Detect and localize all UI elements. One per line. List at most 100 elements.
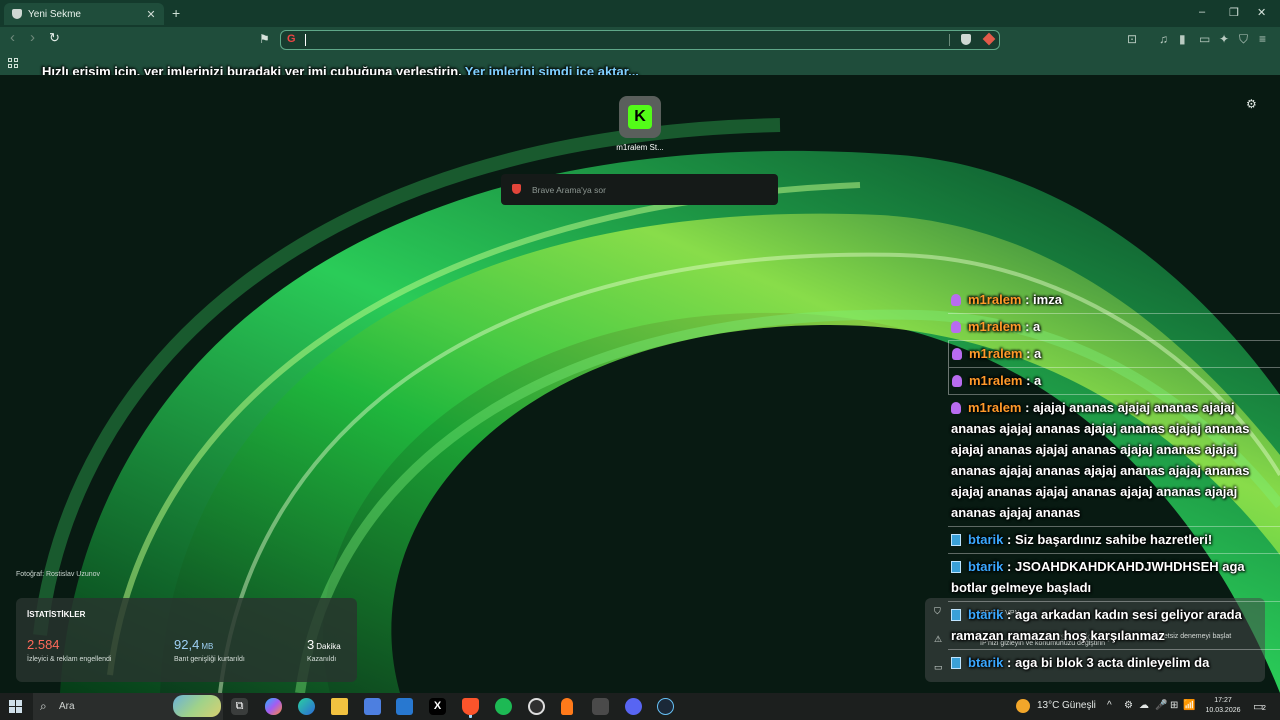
- copilot-icon[interactable]: [265, 698, 282, 715]
- weather-temp[interactable]: 13°C: [1037, 700, 1059, 711]
- kick-logo-icon: K: [628, 105, 652, 129]
- settings-gear-icon[interactable]: ⚙: [1246, 97, 1257, 111]
- tray-settings-icon[interactable]: ⚙: [1124, 700, 1133, 711]
- stream-chat-overlay: m1ralem : imza m1ralem : a m1ralem : a m…: [948, 287, 1280, 676]
- tray-overflow-icon[interactable]: ^: [1107, 700, 1112, 711]
- chat-username: m1ralem: [968, 292, 1022, 307]
- chat-message: m1ralem : a: [948, 341, 1280, 368]
- brave-icon[interactable]: [462, 698, 479, 715]
- outlook-icon[interactable]: [396, 698, 413, 715]
- microphone-app-icon[interactable]: [561, 698, 573, 715]
- chat-username: m1ralem: [969, 346, 1023, 361]
- stat-bandwidth: 92,4 MB Bant genişliği kurtarıldı: [174, 636, 245, 663]
- bookmarks-bar: Hızlı erişim için, yer imlerinizi burada…: [0, 53, 1280, 86]
- close-window-button[interactable]: ✕: [1257, 6, 1266, 19]
- sidebar-icon[interactable]: ▮: [1179, 32, 1186, 46]
- leo-ai-icon[interactable]: ✦: [1219, 32, 1229, 46]
- alert-icon[interactable]: ⚠: [934, 634, 942, 645]
- stat-unit: MB: [201, 642, 214, 651]
- tab-title: Yeni Sekme: [28, 8, 81, 20]
- chat-message: m1ralem : ajajaj ananas ajajaj ananas aj…: [948, 395, 1280, 527]
- chat-message: m1ralem : a: [948, 314, 1280, 341]
- avatar-badge-icon: [951, 657, 961, 669]
- minimize-button[interactable]: –: [1199, 6, 1205, 18]
- mic-badge-icon: [952, 375, 962, 387]
- mic-badge-icon: [951, 294, 961, 306]
- display-icon[interactable]: ⊞: [1170, 700, 1178, 711]
- new-tab-button[interactable]: +: [172, 5, 180, 21]
- folder-icon[interactable]: ▭: [934, 662, 943, 673]
- vpn-icon[interactable]: ⛉: [1239, 32, 1248, 47]
- avatar-badge-icon: [951, 561, 961, 573]
- apps-grid-icon[interactable]: [8, 58, 19, 69]
- chat-text: : a: [1021, 319, 1041, 334]
- network-icon[interactable]: 📶: [1183, 700, 1195, 711]
- media-icon[interactable]: ♫: [1159, 32, 1168, 46]
- browser-tab[interactable]: Yeni Sekme ✕: [4, 3, 164, 25]
- text-cursor: [305, 34, 306, 46]
- reload-icon[interactable]: ↻: [49, 30, 60, 46]
- discord-icon[interactable]: [625, 698, 642, 715]
- weather-sun-icon[interactable]: [1016, 699, 1030, 713]
- windows-taskbar: ⌕ Ara ⧉ X 13°C Güneşli ^ ⚙ ☁ 🎤 ⊞ 📶 17:27…: [0, 693, 1280, 720]
- chat-text: : a: [1022, 373, 1042, 388]
- wallet-icon[interactable]: ▭: [1199, 32, 1210, 46]
- search-placeholder: Brave Arama'ya sor: [532, 185, 606, 195]
- edge-icon[interactable]: [298, 698, 315, 715]
- photo-credit[interactable]: Fotoğraf: Rostislav Uzunov: [16, 571, 100, 578]
- stat-value: 2.584: [27, 637, 60, 652]
- omnibox-divider: [949, 34, 950, 46]
- onedrive-icon[interactable]: ☁: [1139, 700, 1149, 711]
- chat-text: : imza: [1021, 292, 1062, 307]
- forward-icon[interactable]: ›: [30, 29, 35, 46]
- steam-icon[interactable]: [657, 698, 674, 715]
- stat-trackers: 2.584 İzleyici & reklam engellendi: [27, 636, 111, 663]
- mic-tray-icon[interactable]: 🎤: [1155, 700, 1167, 711]
- address-bar[interactable]: G: [280, 30, 1000, 50]
- stat-label: Kazanıldı: [307, 656, 337, 663]
- spotify-icon[interactable]: [495, 698, 512, 715]
- search-icon: ⌕: [40, 699, 47, 713]
- weather-desc[interactable]: Güneşli: [1062, 700, 1096, 711]
- sidebar-toggle-icon[interactable]: ⊡: [1127, 32, 1137, 46]
- chat-message: btarik : JSOAHDKAHDKAHDJWHDHSEH aga botl…: [948, 554, 1280, 602]
- maximize-button[interactable]: ❐: [1229, 6, 1239, 19]
- top-site-shortcut[interactable]: K: [619, 96, 661, 138]
- x-app-icon[interactable]: X: [429, 698, 446, 715]
- menu-icon[interactable]: ≡: [1259, 32, 1266, 46]
- stat-time: 3 Dakika Kazanıldı: [307, 636, 341, 663]
- chat-message: btarik : aga bi blok 3 acta dinleyelim d…: [948, 650, 1280, 676]
- stat-value: 3: [307, 637, 315, 652]
- store-icon[interactable]: [364, 698, 381, 715]
- chat-username: btarik: [968, 559, 1004, 574]
- chat-text: : aga bi blok 3 acta dinleyelim da: [1003, 655, 1210, 670]
- brave-rewards-icon[interactable]: [982, 32, 996, 46]
- tool-app-icon[interactable]: [592, 698, 609, 715]
- chat-text: : ajajaj ananas ajajaj ananas ajajaj ana…: [951, 400, 1250, 520]
- search-engine-icon: G: [287, 33, 296, 45]
- file-explorer-icon[interactable]: [331, 698, 348, 715]
- chat-message: btarik : Siz başardınız sahibe hazretler…: [948, 527, 1280, 554]
- brave-shields-icon[interactable]: [961, 34, 971, 45]
- chat-message: m1ralem : imza: [948, 287, 1280, 314]
- obs-icon[interactable]: [528, 698, 545, 715]
- bookmark-icon[interactable]: ⚑: [259, 32, 270, 46]
- brave-search-box[interactable]: Brave Arama'ya sor: [501, 174, 778, 205]
- avatar-badge-icon: [951, 609, 961, 621]
- brave-logo-icon: [512, 184, 521, 194]
- windows-start-icon[interactable]: [9, 700, 22, 713]
- shortcut-label[interactable]: m1ralem St...: [610, 143, 670, 152]
- chat-message: btarik : aga arkadan kadın sesi geliyor …: [948, 602, 1280, 650]
- avatar-badge-icon: [951, 534, 961, 546]
- taskbar-search[interactable]: ⌕ Ara: [33, 693, 223, 720]
- chat-username: m1ralem: [969, 373, 1023, 388]
- chat-text: : a: [1022, 346, 1042, 361]
- system-clock[interactable]: 17:27 10.03.2026: [1200, 696, 1246, 716]
- stats-widget: İSTATİSTİKLER 2.584 İzleyici & reklam en…: [16, 598, 357, 682]
- back-icon[interactable]: ‹: [10, 29, 15, 46]
- mic-badge-icon: [951, 321, 961, 333]
- vpn-shield-icon[interactable]: ⛉: [934, 606, 941, 617]
- task-view-icon[interactable]: ⧉: [231, 698, 248, 715]
- chat-username: btarik: [968, 607, 1004, 622]
- tab-close-icon[interactable]: ✕: [144, 8, 158, 21]
